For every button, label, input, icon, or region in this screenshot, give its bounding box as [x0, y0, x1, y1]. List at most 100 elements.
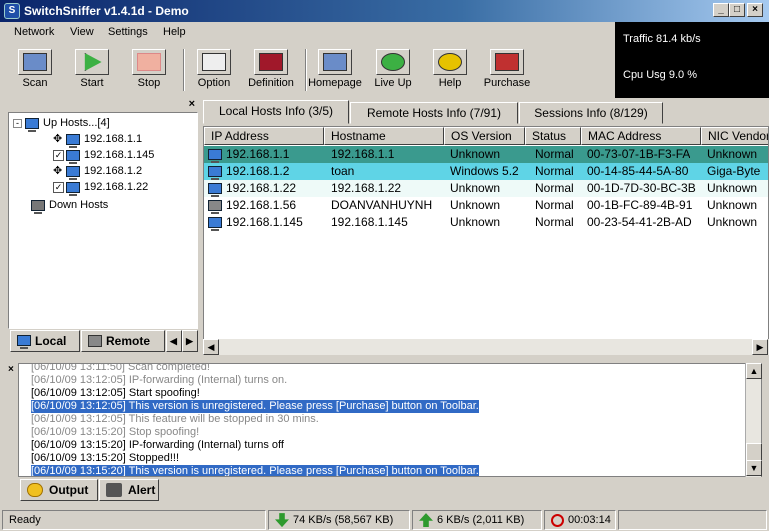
tree-node-down-hosts[interactable]: Down Hosts	[31, 197, 109, 214]
computer-icon	[31, 199, 45, 214]
purchase-button[interactable]: Purchase	[475, 47, 539, 93]
log-vertical-scrollbar[interactable]: ▲ ▼	[745, 363, 762, 477]
log-line: [06/10/09 13:15:20] Stop spoofing!	[31, 426, 200, 438]
tab-remote[interactable]: Remote	[81, 330, 165, 352]
minimize-button[interactable]: _	[713, 3, 729, 17]
live-up-button[interactable]: Live Up	[361, 47, 425, 93]
cell-hostname: DOANVANHUYNH	[331, 198, 433, 212]
remote-icon	[88, 335, 102, 347]
tab-local[interactable]: Local	[10, 330, 80, 352]
live-up-label: Live Up	[374, 77, 412, 89]
checkbox[interactable]: ✓	[53, 181, 64, 193]
host-tree-panel: × - Up Hosts...[4] ✥ 192.168.1.1 ✓ 192.168.…	[8, 98, 198, 356]
download-arrow-icon	[275, 513, 289, 528]
table-row[interactable]: 192.168.1.22 192.168.1.22 Unknown Normal…	[204, 180, 768, 197]
column-header-ip[interactable]: IP Address	[204, 127, 324, 145]
host-tree[interactable]: - Up Hosts...[4] ✥ 192.168.1.1 ✓ 192.168.1.…	[8, 112, 198, 329]
column-header-os[interactable]: OS Version	[444, 127, 525, 145]
menu-settings[interactable]: Settings	[108, 26, 148, 38]
scan-button[interactable]: Scan	[3, 47, 67, 93]
table-row[interactable]: 192.168.1.2 toan Windows 5.2 Normal 00-1…	[204, 163, 768, 180]
computer-icon	[17, 335, 31, 349]
down-hosts-label: Down Hosts	[49, 199, 109, 211]
chat-icon	[27, 483, 43, 497]
cell-nic: Unknown	[707, 181, 758, 195]
tab-output[interactable]: Output	[20, 479, 98, 501]
host-label: 192.168.1.2	[84, 165, 143, 177]
menu-view[interactable]: View	[70, 26, 94, 38]
close-icon[interactable]: ×	[189, 98, 195, 110]
tab-remote-label: Remote	[106, 334, 151, 348]
up-hosts-label: Up Hosts...[4]	[43, 117, 110, 129]
download-rate-label: 74 KB/s (58,567 KB)	[293, 514, 394, 526]
start-label: Start	[80, 77, 104, 89]
scroll-down-icon[interactable]: ▼	[746, 460, 762, 476]
tab-remote-hosts-info[interactable]: Remote Hosts Info (7/91)	[350, 102, 518, 124]
play-icon	[75, 49, 109, 75]
maximize-button[interactable]: □	[729, 3, 745, 17]
log-line: [06/10/09 13:12:05] This feature will be…	[31, 413, 319, 425]
close-button[interactable]: ×	[747, 3, 763, 17]
column-header-status[interactable]: Status	[525, 127, 581, 145]
scroll-up-icon[interactable]: ▲	[746, 363, 762, 379]
scan-label: Scan	[22, 77, 48, 89]
table-row[interactable]: 192.168.1.1 192.168.1.1 Unknown Normal 0…	[204, 146, 768, 163]
log-line: [06/10/09 13:12:05] Start spoofing!	[31, 387, 200, 399]
stop-button[interactable]: Stop	[117, 47, 181, 93]
option-button[interactable]: Option	[182, 47, 246, 93]
table-horizontal-scrollbar[interactable]: ◀ ▶	[203, 339, 769, 355]
scroll-right-icon[interactable]: ▶	[752, 339, 768, 355]
tree-host[interactable]: ✥ 192.168.1.2	[53, 163, 143, 180]
tree-panel-header: ×	[8, 98, 198, 112]
table-row[interactable]: 192.168.1.145 192.168.1.145 Unknown Norm…	[204, 214, 768, 231]
start-button[interactable]: Start	[60, 47, 124, 93]
column-header-hostname[interactable]: Hostname	[324, 127, 444, 145]
tree-host[interactable]: ✓ 192.168.1.22	[53, 179, 148, 196]
hosts-table[interactable]: IP Address Hostname OS Version Status MA…	[203, 126, 769, 354]
table-row[interactable]: 192.168.1.56 DOANVANHUYNH Unknown Normal…	[204, 197, 768, 214]
scan-icon	[18, 49, 52, 75]
computer-icon	[66, 133, 80, 148]
cell-ip: 192.168.1.22	[226, 181, 297, 195]
checkbox[interactable]: ✓	[53, 149, 64, 161]
purchase-label: Purchase	[483, 77, 531, 89]
tab-sessions-info[interactable]: Sessions Info (8/129)	[519, 102, 663, 124]
scroll-left-button[interactable]: ◀	[166, 330, 182, 352]
column-header-nic[interactable]: NIC Vendor	[701, 127, 768, 145]
cell-hostname: 192.168.1.1	[331, 147, 395, 161]
cell-nic: Unknown	[707, 198, 758, 212]
tree-host[interactable]: ✓ 192.168.1.145	[53, 147, 154, 164]
menu-help[interactable]: Help	[163, 26, 186, 38]
menu-network[interactable]: Network	[14, 26, 54, 38]
scroll-left-icon[interactable]: ◀	[203, 339, 219, 355]
home-icon	[318, 49, 352, 75]
cell-nic: Unknown	[707, 147, 758, 161]
cell-ip: 192.168.1.1	[226, 147, 290, 161]
title-bar: S SwitchSniffer v1.4.1d - Demo _ □ ×	[0, 0, 769, 22]
scroll-right-button[interactable]: ▶	[182, 330, 198, 352]
tab-alert[interactable]: Alert	[99, 479, 159, 501]
computer-icon	[208, 214, 226, 231]
help-button[interactable]: Help	[418, 47, 482, 93]
computer-icon	[66, 149, 80, 164]
status-bar: Ready 74 KB/s (58,567 KB) 6 KB/s (2,011 …	[0, 508, 769, 531]
move-icon: ✥	[53, 133, 63, 146]
tree-node-up-hosts[interactable]: - Up Hosts...[4]	[13, 115, 110, 132]
toolbar: Scan Start Stop Option Definition Homepa…	[0, 43, 615, 95]
log-close-icon[interactable]: ×	[8, 364, 14, 375]
status-text: Ready	[2, 510, 266, 530]
output-log[interactable]: [06/10/09 13:11:50] Scan completed! [06/…	[18, 363, 762, 477]
host-label: 192.168.1.1	[84, 133, 143, 145]
tree-host[interactable]: ✥ 192.168.1.1	[53, 131, 143, 148]
tab-output-label: Output	[49, 483, 89, 497]
scroll-thumb[interactable]	[746, 443, 762, 461]
computer-icon	[208, 146, 226, 163]
definition-button[interactable]: Definition	[239, 47, 303, 93]
computer-icon	[208, 197, 226, 214]
cell-status: Normal	[535, 198, 574, 212]
collapse-icon[interactable]: -	[13, 119, 22, 128]
homepage-button[interactable]: Homepage	[303, 47, 367, 93]
tab-local-hosts-info[interactable]: Local Hosts Info (3/5)	[203, 100, 349, 124]
column-header-mac[interactable]: MAC Address	[581, 127, 701, 145]
log-line: [06/10/09 13:12:05] This version is unre…	[31, 400, 479, 413]
